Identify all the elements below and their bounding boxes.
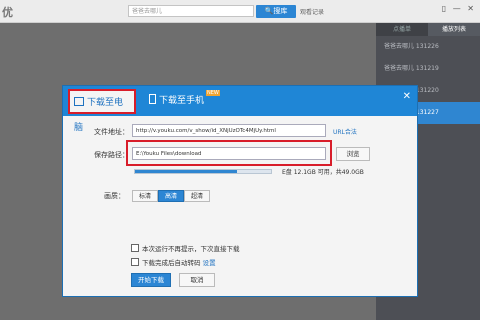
tab-playlist-order[interactable]: 点播单 bbox=[376, 23, 428, 36]
phone-icon bbox=[149, 94, 156, 104]
checkbox-no-prompt[interactable]: 本次运行不再提示，下次直接下载 bbox=[131, 243, 240, 253]
url-label: 文件地址： bbox=[94, 128, 129, 136]
url-valid-link[interactable]: URL合法 bbox=[333, 127, 357, 136]
checkbox-label: 下载完成后自动转码 bbox=[142, 259, 201, 267]
quality-option-hd[interactable]: 高清 bbox=[158, 190, 184, 202]
history-link[interactable]: 观看记录 bbox=[300, 7, 324, 16]
checkbox-auto-transcode[interactable]: 下载完成后自动转码 设置 bbox=[131, 257, 216, 267]
search-button-label: 搜库 bbox=[273, 7, 288, 15]
dialog-header: 下载至电脑 下载至手机 NEW ✕ bbox=[63, 86, 417, 133]
quality-label: 画质： bbox=[104, 192, 125, 200]
tab-label: 下载至手机 bbox=[159, 96, 205, 106]
browse-button[interactable]: 浏览 bbox=[336, 147, 370, 161]
quality-option-sd[interactable]: 标清 bbox=[132, 190, 158, 202]
search-button[interactable]: 🔍搜库 bbox=[256, 5, 296, 18]
search-input[interactable]: 爸爸去哪儿 bbox=[128, 5, 254, 17]
checkbox-box[interactable] bbox=[131, 258, 139, 266]
transcode-settings-link[interactable]: 设置 bbox=[203, 259, 216, 267]
tab-download-to-phone[interactable]: 下载至手机 bbox=[145, 89, 211, 114]
sidebar-tabs: 点播单 播放列表 bbox=[376, 23, 480, 36]
monitor-icon bbox=[74, 97, 84, 106]
disk-usage-bar bbox=[134, 169, 272, 174]
tab-playlist[interactable]: 播放列表 bbox=[428, 23, 480, 36]
app-logo: 优 bbox=[2, 6, 13, 19]
list-item[interactable]: 爸爸去哪儿 131219 bbox=[376, 58, 480, 80]
highlight-box bbox=[126, 140, 332, 166]
cancel-button[interactable]: 取消 bbox=[179, 273, 215, 287]
url-field[interactable]: http://v.youku.com/v_show/id_XNjUzOTc4Mj… bbox=[132, 124, 326, 137]
quality-option-uhd[interactable]: 超清 bbox=[184, 190, 210, 202]
list-item[interactable]: 爸爸去哪儿 131226 bbox=[376, 36, 480, 58]
checkbox-label: 本次运行不再提示，下次直接下载 bbox=[142, 245, 240, 253]
new-badge: NEW bbox=[206, 90, 220, 96]
path-label: 保存路径： bbox=[94, 151, 129, 159]
disk-usage-fill bbox=[135, 170, 237, 173]
close-icon[interactable]: ✕ bbox=[403, 91, 411, 102]
tab-download-to-pc[interactable]: 下载至电脑 bbox=[68, 89, 136, 133]
checkbox-box[interactable] bbox=[131, 244, 139, 252]
disk-info: E盘 12.1GB 可用，共49.0GB bbox=[282, 169, 364, 176]
start-download-button[interactable]: 开始下载 bbox=[131, 273, 171, 287]
window-controls[interactable]: ▯ — ✕ bbox=[442, 4, 476, 13]
top-bar: 优 爸爸去哪儿 🔍搜库 观看记录 ▯ — ✕ bbox=[0, 0, 480, 23]
